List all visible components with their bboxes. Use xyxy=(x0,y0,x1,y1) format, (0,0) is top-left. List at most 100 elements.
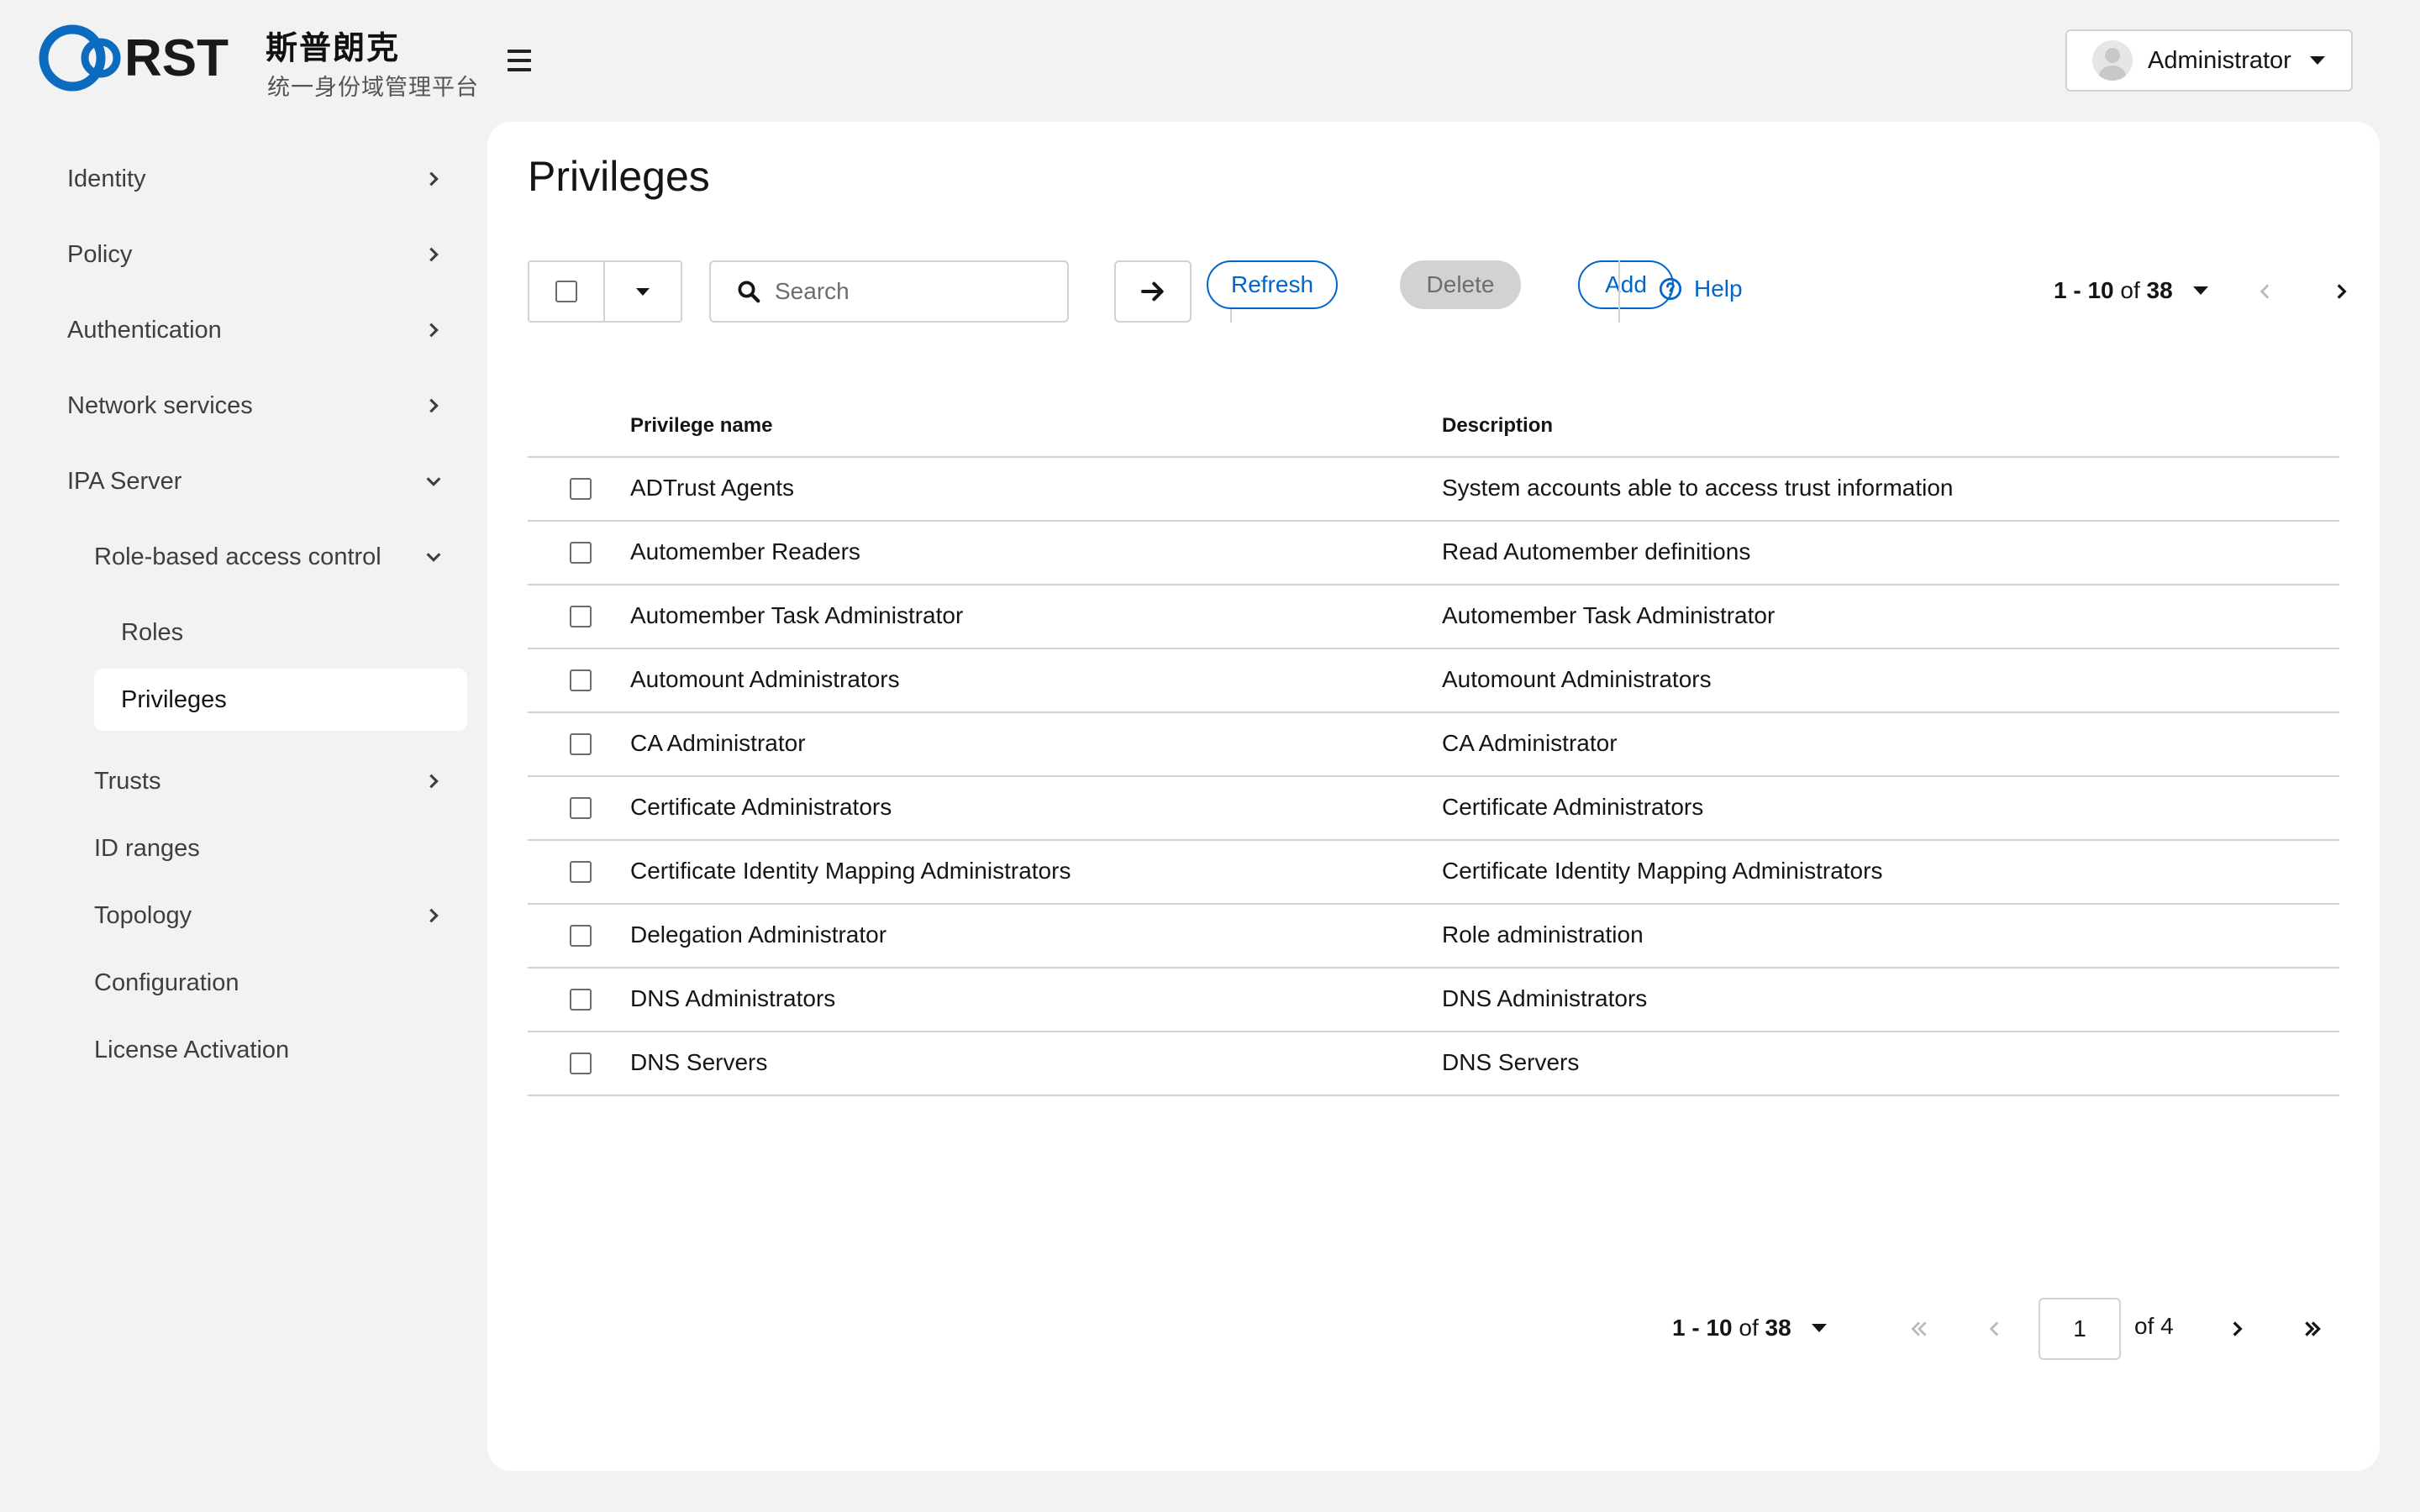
row-checkbox[interactable] xyxy=(570,542,592,564)
delete-button[interactable]: Delete xyxy=(1400,260,1521,309)
sidebar-item-label: Topology xyxy=(94,901,192,929)
toolbar: Refresh Delete Add Help 1 - 10 of 38 xyxy=(528,260,2347,324)
search-box xyxy=(709,260,1069,323)
sidebar-item-label: Roles xyxy=(121,618,184,646)
page-count: of 4 xyxy=(2134,1313,2174,1339)
row-checkbox[interactable] xyxy=(570,797,592,819)
table-row: Certificate Identity Mapping Administrat… xyxy=(528,841,2339,905)
table-row: DNS Servers DNS Servers xyxy=(528,1032,2339,1096)
of-label: of xyxy=(1739,1315,1759,1341)
sidebar-item-license-activation[interactable]: License Activation xyxy=(94,1021,445,1079)
search-submit-button[interactable] xyxy=(1114,260,1192,323)
user-menu-toggle[interactable]: Administrator xyxy=(2065,29,2353,92)
table-row: DNS Administrators DNS Administrators xyxy=(528,969,2339,1032)
row-checkbox[interactable] xyxy=(570,478,592,500)
sidebar-item-topology[interactable]: Topology xyxy=(94,886,445,945)
avatar xyxy=(2092,40,2133,81)
row-checkbox[interactable] xyxy=(570,925,592,947)
sidebar-item-identity[interactable]: Identity xyxy=(67,150,445,208)
sidebar-item-label: Trusts xyxy=(94,767,161,795)
page-number-input[interactable] xyxy=(2039,1298,2121,1360)
double-chevron-left-icon xyxy=(1911,1321,1927,1336)
help-label: Help xyxy=(1694,276,1743,302)
table-row: Certificate Administrators Certificate A… xyxy=(528,777,2339,841)
table-header: Privilege name Description xyxy=(528,399,2339,458)
total-count: 38 xyxy=(2146,277,2173,303)
chevron-down-icon xyxy=(422,545,445,569)
sidebar-item-network-services[interactable]: Network services xyxy=(67,376,445,435)
caret-down-icon xyxy=(2192,286,2208,295)
page-range: 1 - 10 xyxy=(2054,277,2114,303)
bulk-select-toggle[interactable] xyxy=(605,262,681,321)
privilege-name-link[interactable]: ADTrust Agents xyxy=(630,475,794,501)
search-input[interactable] xyxy=(775,278,1052,305)
sidebar-item-id-ranges[interactable]: ID ranges xyxy=(94,819,445,878)
next-page-button[interactable] xyxy=(2324,275,2358,308)
sidebar-item-rbac[interactable]: Role-based access control xyxy=(94,528,445,586)
row-checkbox[interactable] xyxy=(570,861,592,883)
privilege-name-link[interactable]: Certificate Administrators xyxy=(630,794,892,821)
row-checkbox[interactable] xyxy=(570,1053,592,1074)
privilege-name-link[interactable]: Automember Task Administrator xyxy=(630,602,963,629)
sidebar-item-label: Role-based access control xyxy=(94,543,381,570)
hamburger-icon[interactable] xyxy=(501,42,538,79)
brand-name: 斯普朗克 xyxy=(266,31,401,66)
sidebar-item-privileges[interactable]: Privileges xyxy=(94,669,467,731)
double-chevron-right-icon xyxy=(2305,1321,2321,1336)
column-header-description[interactable]: Description xyxy=(1442,414,1553,438)
per-page-toggle-bottom[interactable]: 1 - 10 of 38 xyxy=(1672,1315,1827,1341)
row-checkbox[interactable] xyxy=(570,989,592,1011)
row-checkbox[interactable] xyxy=(570,669,592,691)
sidebar-item-label: Privileges xyxy=(121,685,227,713)
privilege-description: Certificate Identity Mapping Administrat… xyxy=(1442,858,1883,884)
caret-down-icon xyxy=(636,287,650,296)
next-page-button-bottom[interactable] xyxy=(2220,1312,2254,1346)
privilege-name-link[interactable]: DNS Servers xyxy=(630,1049,767,1076)
first-page-button[interactable] xyxy=(1902,1312,1936,1346)
table-row: Automember Task Administrator Automember… xyxy=(528,585,2339,649)
privilege-name-link[interactable]: Automount Administrators xyxy=(630,666,900,693)
sidebar-item-trusts[interactable]: Trusts xyxy=(94,752,445,811)
previous-page-button[interactable] xyxy=(2249,275,2282,308)
caret-down-icon xyxy=(1811,1324,1827,1332)
total-count: 38 xyxy=(1765,1315,1791,1341)
sidebar-item-ipa-server[interactable]: IPA Server xyxy=(67,452,445,511)
refresh-button[interactable]: Refresh xyxy=(1207,260,1338,309)
sidebar-item-label: ID ranges xyxy=(94,834,200,862)
sidebar-item-roles[interactable]: Roles xyxy=(94,603,467,662)
last-page-button[interactable] xyxy=(2296,1312,2329,1346)
sidebar-item-policy[interactable]: Policy xyxy=(67,225,445,284)
search-icon xyxy=(738,281,760,303)
previous-page-button-bottom[interactable] xyxy=(1978,1312,2012,1346)
bulk-select xyxy=(528,260,682,323)
privilege-name-link[interactable]: DNS Administrators xyxy=(630,985,835,1012)
column-header-privilege-name[interactable]: Privilege name xyxy=(630,414,772,438)
privilege-description: Automember Task Administrator xyxy=(1442,602,1776,628)
chevron-right-icon xyxy=(422,769,445,793)
row-checkbox[interactable] xyxy=(570,606,592,627)
sidebar-item-label: Policy xyxy=(67,240,133,268)
table-row: ADTrust Agents System accounts able to a… xyxy=(528,458,2339,522)
chevron-right-icon xyxy=(422,904,445,927)
sidebar-item-label: Network services xyxy=(67,391,253,419)
sidebar-item-label: Identity xyxy=(67,165,146,192)
privilege-name-link[interactable]: Automember Readers xyxy=(630,538,860,565)
privilege-description: Certificate Administrators xyxy=(1442,794,1704,820)
row-checkbox[interactable] xyxy=(570,733,592,755)
privilege-description: Role administration xyxy=(1442,921,1644,948)
sidebar-item-configuration[interactable]: Configuration xyxy=(94,953,445,1012)
privilege-description: Read Automember definitions xyxy=(1442,538,1751,564)
privilege-name-link[interactable]: CA Administrator xyxy=(630,730,806,757)
chevron-right-icon xyxy=(422,243,445,266)
masthead: RST 斯普朗克 统一身份域管理平台 Administrator xyxy=(0,0,2420,122)
chevron-left-icon xyxy=(2260,284,2270,299)
sidebar-item-label: Configuration xyxy=(94,969,239,996)
help-link[interactable]: Help xyxy=(1659,276,1743,302)
per-page-toggle[interactable]: 1 - 10 of 38 xyxy=(2054,277,2208,304)
privilege-name-link[interactable]: Certificate Identity Mapping Administrat… xyxy=(630,858,1071,885)
privilege-name-link[interactable]: Delegation Administrator xyxy=(630,921,886,948)
sidebar-item-authentication[interactable]: Authentication xyxy=(67,301,445,360)
chevron-right-icon xyxy=(422,167,445,191)
select-all-checkbox[interactable] xyxy=(529,262,605,321)
chevron-right-icon xyxy=(2233,1321,2243,1336)
